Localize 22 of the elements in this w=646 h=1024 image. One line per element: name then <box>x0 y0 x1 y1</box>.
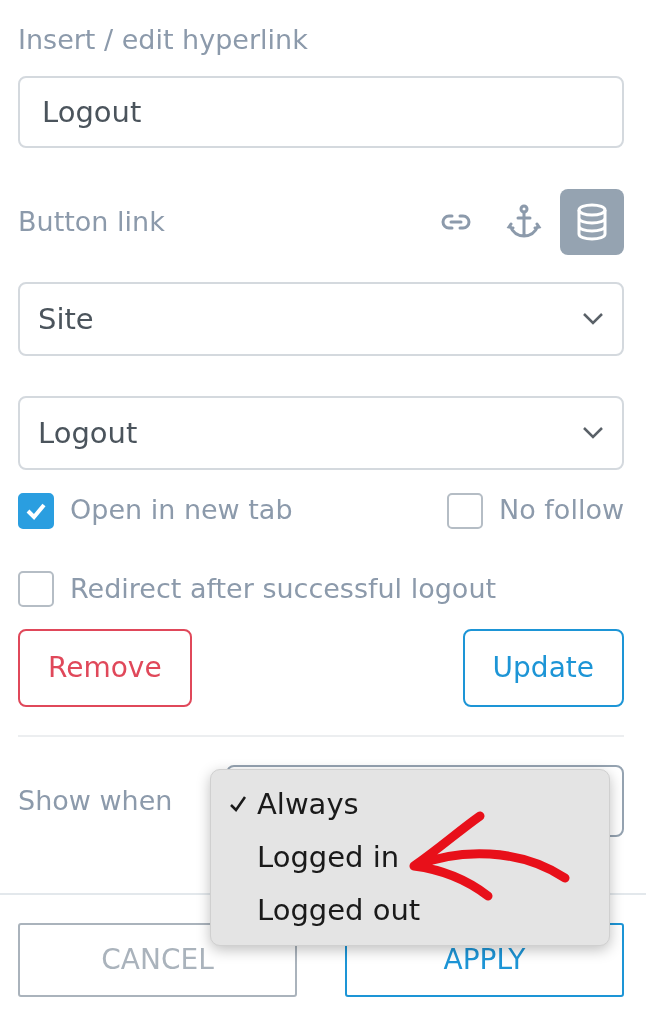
dialog-title: Insert / edit hyperlink <box>18 24 309 57</box>
chevron-down-icon <box>582 312 604 327</box>
select-field[interactable]: Logout <box>18 396 624 471</box>
remove-button[interactable]: Remove <box>18 629 192 708</box>
button-link-label: Button link <box>18 205 165 240</box>
link-icon <box>441 212 471 233</box>
checkbox-label: No follow <box>499 493 624 528</box>
checkmark-icon <box>25 501 47 520</box>
checkbox-label: Open in new tab <box>70 493 293 528</box>
show-when-label: Show when <box>18 784 173 819</box>
checkbox[interactable] <box>18 492 54 529</box>
checkbox[interactable] <box>18 571 54 608</box>
select-field[interactable]: Site <box>18 282 624 357</box>
checkmark-icon <box>229 795 247 814</box>
menu-item[interactable]: Always <box>211 778 609 832</box>
database-button[interactable] <box>560 189 624 256</box>
text-field[interactable]: Logout <box>18 76 624 149</box>
menu-item[interactable]: Logged in <box>211 831 609 885</box>
chevron-down-icon <box>582 426 604 441</box>
checkbox[interactable] <box>447 492 484 529</box>
checkbox-label: Redirect after successful logout <box>70 571 497 606</box>
database-icon <box>576 203 608 242</box>
